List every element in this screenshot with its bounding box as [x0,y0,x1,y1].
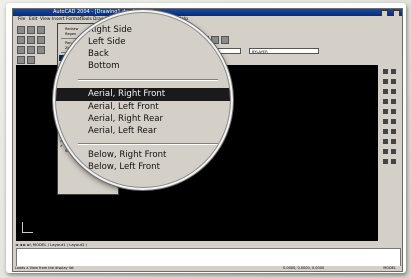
menu-file[interactable]: File [18,16,25,23]
title-bar: AutoCAD 2004 - [Drawing1.dwg] [13,9,402,17]
toolbar-icon-12[interactable] [391,119,396,124]
linetype-dropdown[interactable]: BYLAYER [249,48,319,54]
toolbar-icon-9[interactable] [383,109,388,114]
status-text: Loads a View from the display list [15,266,74,270]
toolbar-icon-20[interactable] [391,159,396,164]
coordinate-readout: 0.0000, 0.0000, 0.0000 [283,266,325,270]
toolbar-icon-13[interactable] [383,129,388,134]
submenu-item-aerial-left-rear[interactable]: Aerial, Left Rear [88,126,157,137]
light-icon[interactable] [211,36,219,44]
command-line[interactable] [16,248,401,267]
rectangle-icon[interactable] [27,46,35,54]
model-indicator[interactable]: MODEL [383,266,396,271]
submenu-item-below-left-front[interactable]: Below, Left Front [88,162,160,173]
toolbar-icon-7[interactable] [383,99,388,104]
submenu-item-left-side[interactable]: Left Side [88,37,125,48]
submenu-item-aerial-left-front[interactable]: Aerial, Left Front [88,102,159,113]
open-icon[interactable] [27,26,35,34]
menu-format[interactable]: Format [66,16,81,23]
status-bar: Loads a View from the display list 0.000… [13,266,402,271]
ucs-icon [22,222,33,233]
toolbar-icon-17[interactable] [383,149,388,154]
submenu-item-right-side[interactable]: Right Side [88,25,132,36]
circle-icon[interactable] [37,36,45,44]
arc-icon[interactable] [17,46,25,54]
layer-icon[interactable] [17,56,25,64]
toolbar-icon-2[interactable] [391,69,396,74]
toolbar-icon-15[interactable] [383,139,388,144]
toolbar-icon-10[interactable] [391,109,396,114]
menu-item-pan[interactable]: Pan [65,41,72,45]
line-icon[interactable] [17,36,25,44]
checkmark-icon: ✔ [60,139,63,143]
toolbar-icon-1[interactable] [383,69,388,74]
toolbar-icon-8[interactable] [391,99,396,104]
toolbar-icon-14[interactable] [391,129,396,134]
photo-background: AutoCAD 2004 - [Drawing1.dwg] File Edit … [0,0,411,278]
toolbar-icon-4[interactable] [391,79,396,84]
submenu-item-below-right-front[interactable]: Below, Right Front [88,150,166,161]
menu-edit[interactable]: Edit [29,16,38,23]
new-icon[interactable] [17,26,25,34]
polyline-icon[interactable] [27,36,35,44]
submenu-item-aerial-right-front[interactable]: Aerial, Right Front [88,89,165,100]
toolbar-icon-3[interactable] [383,79,388,84]
toolbar-icon-19[interactable] [383,159,388,164]
right-toolbar [380,65,400,241]
toolbar-icon-5[interactable] [383,89,388,94]
menu-view[interactable]: View [40,16,50,23]
menu-insert[interactable]: Insert [52,16,65,23]
menu-tools[interactable]: Tools [81,16,92,23]
submenu-item-aerial-right-rear[interactable]: Aerial, Right Rear [88,114,163,125]
submenu-item-bottom[interactable]: Bottom [88,61,120,72]
submenu-separator [78,79,218,80]
toolbar-icon-11[interactable] [383,119,388,124]
save-icon[interactable] [37,26,45,34]
submenu-separator [78,143,218,144]
properties-icon[interactable] [27,56,35,64]
menu-item-regen[interactable]: Regen [65,32,76,36]
toolbar-icon-6[interactable] [391,89,396,94]
menu-item-redraw[interactable]: Redraw [65,27,78,31]
hatch-icon[interactable] [37,46,45,54]
menu-bar: File Edit View Insert Format Tools Draw … [13,16,402,23]
toolbar-icon-18[interactable] [391,149,396,154]
grid-icon[interactable] [221,36,229,44]
magnifier-lens: Right Side Left Side Back Bottom Aerial,… [56,13,230,187]
checkmark-icon: ✔ [60,144,63,148]
submenu-item-back[interactable]: Back [88,49,109,60]
toolbar-icon-16[interactable] [391,139,396,144]
